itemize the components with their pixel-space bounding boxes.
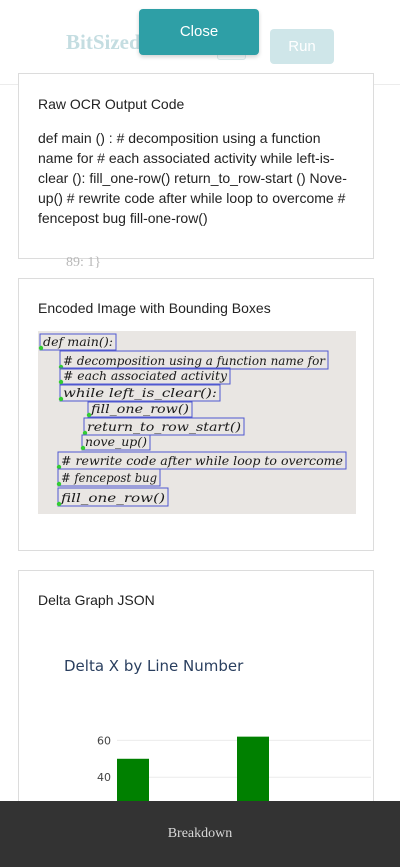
ocr-line-text: # fencepost bug <box>61 471 157 485</box>
ocr-text: def main () : # decomposition using a fu… <box>38 130 347 226</box>
ocr-line-box: while left_is_clear(): <box>58 384 221 402</box>
ocr-line-text: fill_one_row() <box>90 402 190 416</box>
brand-logo: BitSized <box>66 30 141 54</box>
ocr-line-text: return_to_row_start() <box>87 420 241 434</box>
ocr-line-box: def main(): <box>38 333 117 351</box>
delta-card-title: Delta Graph JSON <box>38 592 155 608</box>
handwriting-image: def main(): # decomposition using a funct… <box>38 331 356 514</box>
close-button[interactable]: Close <box>139 9 259 55</box>
ocr-line-text: fill_one_row() <box>60 491 166 505</box>
ocr-line-box: fill_one_row() <box>56 487 169 507</box>
ocr-line-box: # each associated activity <box>58 367 231 385</box>
encoded-image-card: Encoded Image with Bounding Boxes def ma… <box>18 278 374 551</box>
ocr-line-box: return_to_row_start() <box>82 417 245 436</box>
ocr-line-text: # rewrite code after while loop to overc… <box>61 454 343 468</box>
image-card-title: Encoded Image with Bounding Boxes <box>38 300 271 316</box>
chart-y-tick: 40 <box>97 771 111 784</box>
ocr-line-text: def main(): <box>43 335 113 349</box>
ocr-line-box: # decomposition using a function name fo… <box>58 350 329 370</box>
handwriting-svg: def main(): # decomposition using a funct… <box>38 333 347 507</box>
ocr-line-text: nove_up() <box>85 435 147 449</box>
run-button[interactable]: Run <box>270 29 334 64</box>
ocr-line-box: fill_one_row() <box>86 401 193 418</box>
breakdown-button[interactable]: Breakdown <box>0 801 400 867</box>
ocr-card-title: Raw OCR Output Code <box>38 96 185 112</box>
ocr-line-box: # rewrite code after while loop to overc… <box>56 451 347 470</box>
ocr-line-box: # fencepost bug <box>56 468 161 487</box>
chart-y-tick: 60 <box>97 734 111 747</box>
chart-title: Delta X by Line Number <box>64 657 244 675</box>
ocr-line-text: # decomposition using a function name fo… <box>63 354 326 368</box>
ocr-output-card: Raw OCR Output Code def main () : # deco… <box>18 73 374 259</box>
ocr-line-text: # each associated activity <box>63 369 227 383</box>
background-code: 89: 1} <box>66 255 102 270</box>
delta-graph-card: Delta Graph JSON Delta X by Line Number 4… <box>18 570 374 831</box>
ocr-line-text: while left_is_clear(): <box>63 386 217 400</box>
ocr-line-box: nove_up() <box>80 434 151 451</box>
